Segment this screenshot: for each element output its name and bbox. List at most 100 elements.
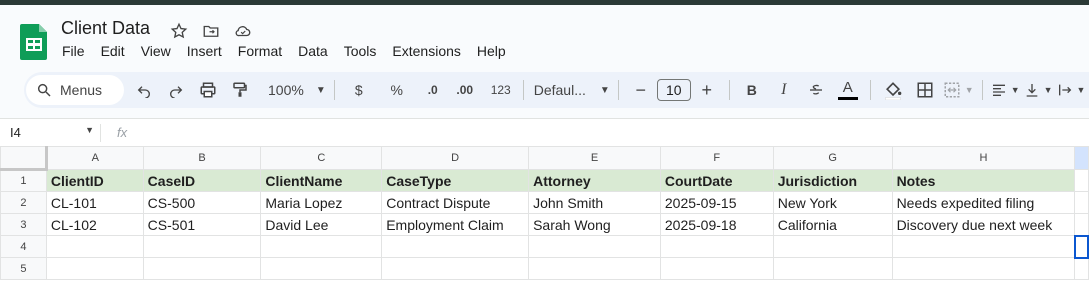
sheets-logo-icon[interactable] [20,22,48,60]
number-format-button[interactable]: 123 [487,76,515,104]
cell[interactable] [45,235,144,258]
strikethrough-button[interactable] [802,76,830,104]
cell[interactable] [1074,191,1089,214]
name-box[interactable]: I4 ▼ [0,125,100,140]
decrease-decimal-button[interactable]: .0 [419,76,447,104]
row-header[interactable]: 4 [0,235,47,258]
cell[interactable] [659,235,774,258]
move-folder-icon[interactable] [200,20,222,42]
cell[interactable]: David Lee [260,213,383,236]
cell[interactable]: Discovery due next week [891,213,1076,236]
menu-view[interactable]: View [141,43,171,59]
borders-button[interactable] [911,76,939,104]
cell[interactable]: 2025-09-15 [659,191,774,214]
cell[interactable]: 2025-09-18 [659,213,774,236]
menu-help[interactable]: Help [477,43,506,59]
column-header-e[interactable]: E [528,146,661,170]
font-size-input[interactable]: 10 [656,79,691,101]
column-header-f[interactable]: F [659,146,774,170]
cell[interactable] [772,235,893,258]
increase-font-size-button[interactable]: + [693,76,721,104]
cloud-saved-icon[interactable] [232,20,254,42]
cell[interactable]: CL-102 [45,213,144,236]
horizontal-align-button[interactable]: ▼ [991,76,1020,104]
document-title[interactable]: Client Data [61,18,150,39]
merge-cells-button[interactable]: ▼ [943,76,974,104]
cell[interactable] [45,257,144,280]
cell[interactable] [1074,169,1089,192]
cell[interactable] [528,235,661,258]
menu-edit[interactable]: Edit [101,43,125,59]
column-header-b[interactable]: B [142,146,262,170]
cell[interactable] [1074,257,1089,280]
redo-button[interactable] [162,76,190,104]
column-header-h[interactable]: H [891,146,1076,170]
cell[interactable] [260,257,383,280]
cell[interactable]: John Smith [528,191,661,214]
paint-format-button[interactable] [226,76,254,104]
cell[interactable]: California [772,213,893,236]
selected-cell[interactable] [1073,234,1089,259]
currency-format-button[interactable]: $ [345,76,373,104]
cell[interactable] [1074,213,1089,236]
menu-data[interactable]: Data [298,43,328,59]
row-header[interactable]: 5 [0,257,47,280]
cell[interactable]: CaseType [381,169,530,192]
column-header-i[interactable] [1074,146,1089,170]
bold-button[interactable]: B [738,76,766,104]
cell[interactable]: CS-501 [142,213,262,236]
row-header[interactable]: 1 [0,169,47,192]
menu-file[interactable]: File [62,43,85,59]
menu-format[interactable]: Format [238,43,282,59]
cell[interactable] [659,257,774,280]
cell[interactable]: Employment Claim [381,213,530,236]
menu-insert[interactable]: Insert [187,43,222,59]
increase-decimal-button[interactable]: .00 [451,76,479,104]
cell[interactable]: New York [772,191,893,214]
cell[interactable]: Notes [891,169,1076,192]
cell[interactable]: ClientID [45,169,144,192]
cell[interactable]: CaseID [142,169,262,192]
search-menus-button[interactable]: Menus [26,75,124,105]
cell[interactable]: Attorney [528,169,661,192]
cell[interactable] [528,257,661,280]
decrease-font-size-button[interactable]: − [627,76,655,104]
italic-button[interactable]: I [770,76,798,104]
text-wrap-button[interactable]: ▼ [1057,76,1085,104]
cell[interactable] [381,235,530,258]
star-icon[interactable] [168,20,190,42]
cell[interactable]: CourtDate [659,169,774,192]
cell[interactable] [891,257,1076,280]
cell[interactable] [772,257,893,280]
cell[interactable]: Sarah Wong [528,213,661,236]
row-header[interactable]: 2 [0,191,47,214]
column-header-c[interactable]: C [260,146,383,170]
zoom-select[interactable]: 100% ▼ [268,76,326,104]
column-header-g[interactable]: G [772,146,893,170]
column-header-a[interactable]: A [45,146,144,170]
menu-tools[interactable]: Tools [344,43,377,59]
cell[interactable]: CL-101 [45,191,144,214]
undo-button[interactable] [130,76,158,104]
vertical-align-button[interactable]: ▼ [1024,76,1053,104]
spreadsheet-grid[interactable]: A B C D E F G H 1 ClientID CaseID Client… [0,146,1089,285]
font-select[interactable]: Defaul... ▼ [534,76,610,104]
menu-extensions[interactable]: Extensions [392,43,460,59]
text-color-button[interactable]: A [834,76,862,104]
formula-input[interactable] [137,123,1089,143]
percent-format-button[interactable]: % [383,76,411,104]
cell[interactable]: Jurisdiction [772,169,893,192]
fill-color-button[interactable] [879,76,907,104]
column-header-d[interactable]: D [381,146,530,170]
cell[interactable]: Contract Dispute [381,191,530,214]
cell[interactable]: Maria Lopez [260,191,383,214]
cell[interactable]: Needs expedited filing [891,191,1076,214]
cell[interactable] [142,235,262,258]
print-button[interactable] [194,76,222,104]
row-header[interactable]: 3 [0,213,47,236]
cell[interactable]: ClientName [260,169,383,192]
cell[interactable] [142,257,262,280]
cell[interactable] [260,235,383,258]
cell[interactable] [891,235,1076,258]
cell[interactable]: CS-500 [142,191,262,214]
